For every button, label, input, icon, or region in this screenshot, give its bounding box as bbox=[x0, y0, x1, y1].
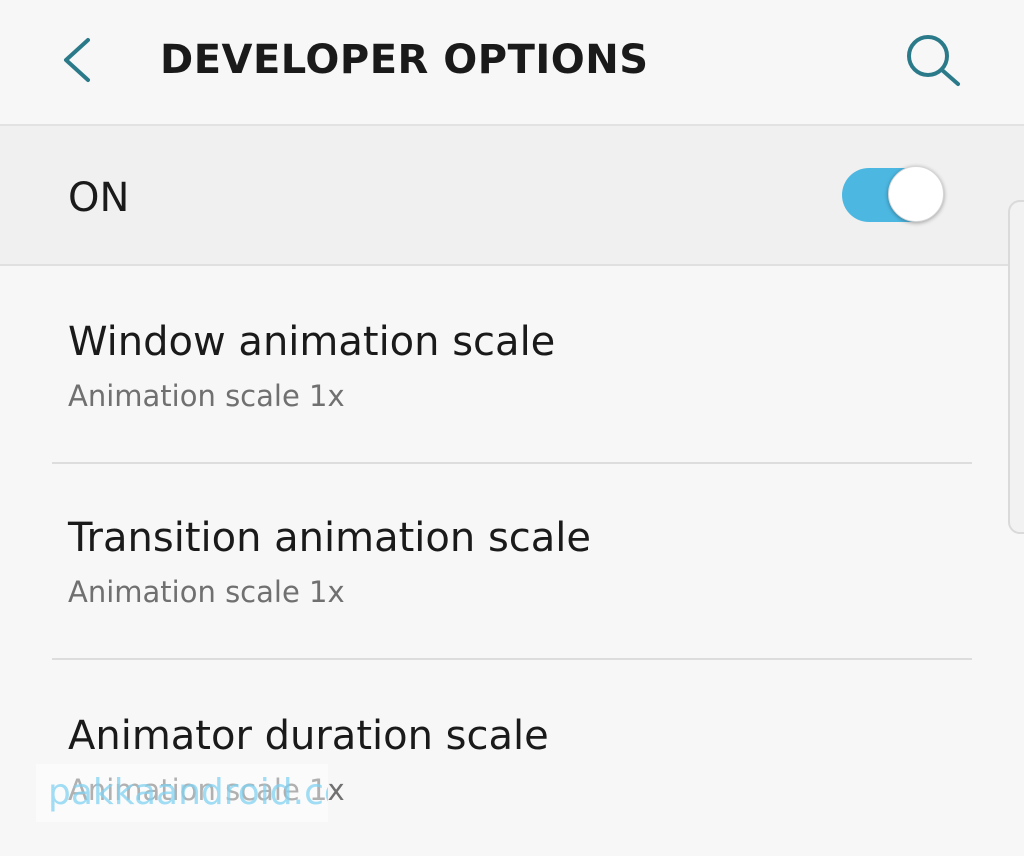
setting-transition-animation-scale[interactable]: Transition animation scale Animation sca… bbox=[0, 462, 1000, 658]
setting-title: Animator duration scale bbox=[68, 713, 549, 759]
setting-animator-duration-scale[interactable]: Animator duration scale Animation scale … bbox=[0, 660, 1000, 856]
chevron-left-icon bbox=[64, 38, 90, 82]
page-title: DEVELOPER OPTIONS bbox=[160, 37, 649, 83]
setting-title: Transition animation scale bbox=[68, 515, 592, 561]
master-switch-row[interactable]: ON bbox=[0, 126, 1024, 266]
search-icon bbox=[907, 35, 960, 86]
setting-summary: Animation scale 1x bbox=[68, 575, 345, 609]
search-button[interactable] bbox=[898, 26, 968, 96]
master-switch-label: ON bbox=[68, 175, 130, 221]
setting-summary: Animation scale 1x bbox=[68, 379, 345, 413]
back-button[interactable] bbox=[52, 30, 108, 90]
watermark: pakkaandroid.com bbox=[36, 764, 328, 822]
toggle-knob bbox=[888, 166, 944, 222]
setting-window-animation-scale[interactable]: Window animation scale Animation scale 1… bbox=[0, 266, 1000, 462]
master-toggle-switch[interactable] bbox=[842, 166, 948, 224]
scrollbar[interactable] bbox=[1008, 200, 1024, 534]
app-header: DEVELOPER OPTIONS bbox=[0, 0, 1024, 126]
setting-title: Window animation scale bbox=[68, 319, 556, 365]
